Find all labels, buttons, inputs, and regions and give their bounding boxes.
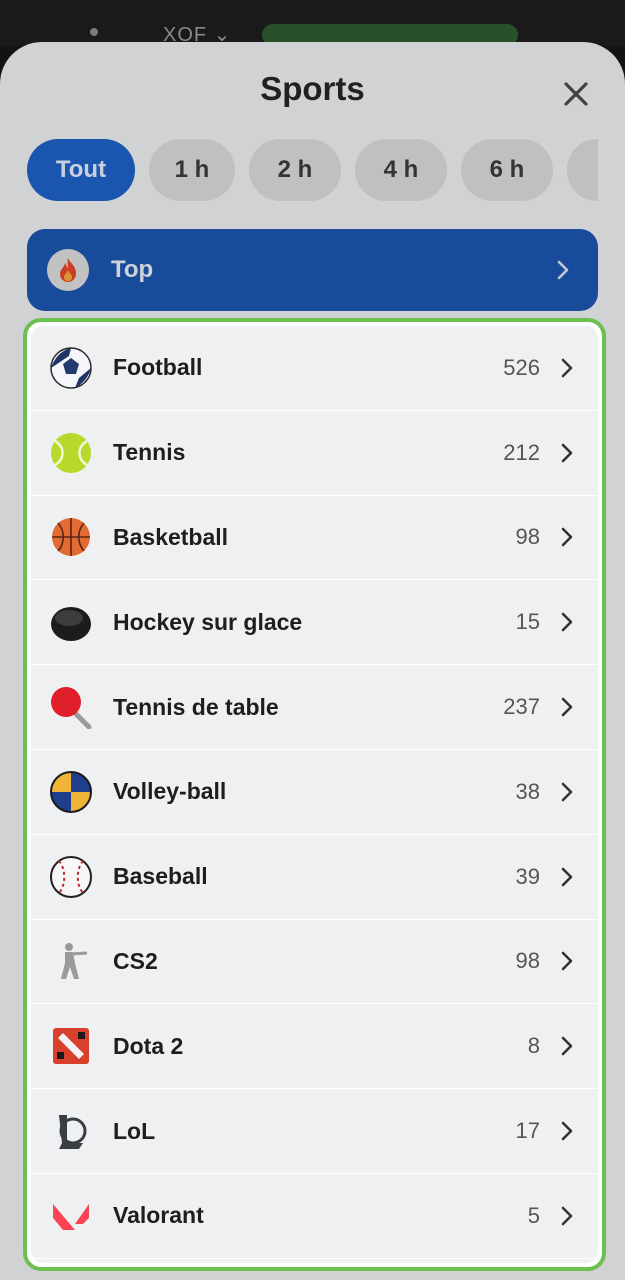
- volleyball-icon: [49, 770, 93, 814]
- chevron-right-icon: [560, 950, 574, 972]
- sheet-title: Sports: [260, 70, 365, 107]
- sport-row-lol[interactable]: LoL 17: [31, 1089, 598, 1174]
- chevron-right-icon: [560, 1035, 574, 1057]
- sport-name: Basketball: [113, 523, 229, 550]
- close-button[interactable]: [556, 74, 596, 114]
- filter-chip-all[interactable]: Tout: [27, 139, 135, 201]
- event-count: 237: [503, 694, 540, 720]
- camera-dot: [90, 28, 98, 36]
- event-count: 8: [527, 1033, 540, 1059]
- chevron-right-icon: [560, 611, 574, 633]
- filter-chip-more[interactable]: [567, 139, 598, 201]
- event-count: 212: [503, 439, 540, 465]
- chevron-right-icon: [560, 866, 574, 888]
- sport-row-table-tennis[interactable]: Tennis de table 237: [31, 665, 598, 750]
- sports-list: Football 526 Tennis 212 Basketball 98 Ho…: [31, 326, 598, 1263]
- dota2-icon: [49, 1024, 93, 1068]
- close-icon: [564, 82, 588, 106]
- sport-row-tennis[interactable]: Tennis 212: [31, 411, 598, 496]
- ping-pong-paddle-icon: [49, 685, 93, 730]
- hockey-puck-icon: [49, 600, 93, 644]
- top-label: Top: [111, 256, 154, 283]
- filter-chip-6h[interactable]: 6 h: [461, 139, 553, 201]
- event-count: 526: [503, 354, 540, 380]
- sports-list-highlight: Football 526 Tennis 212 Basketball 98 Ho…: [23, 318, 606, 1271]
- event-count: 15: [515, 609, 540, 635]
- flame-icon: [47, 249, 89, 291]
- filter-chip-1h[interactable]: 1 h: [149, 139, 235, 201]
- sport-name: Tennis: [113, 439, 186, 466]
- event-count: 98: [515, 524, 540, 550]
- sport-row-baseball[interactable]: Baseball 39: [31, 835, 598, 920]
- chevron-right-icon: [557, 260, 569, 280]
- sport-row-valorant[interactable]: Valorant 5: [31, 1174, 598, 1259]
- top-category-button[interactable]: Top: [27, 229, 598, 311]
- sport-row-dota2[interactable]: Dota 2 8: [31, 1004, 598, 1090]
- event-count: 38: [515, 778, 540, 804]
- sport-name: Volley-ball: [113, 778, 227, 805]
- cs2-soldier-icon: [49, 939, 93, 983]
- sport-row-football[interactable]: Football 526: [31, 326, 598, 411]
- chevron-right-icon: [560, 781, 574, 803]
- basketball-icon: [49, 515, 93, 559]
- sport-row-hockey[interactable]: Hockey sur glace 15: [31, 580, 598, 666]
- filter-chip-2h[interactable]: 2 h: [249, 139, 341, 201]
- tennis-ball-icon: [49, 431, 93, 475]
- chevron-right-icon: [560, 1120, 574, 1142]
- sport-name: CS2: [113, 947, 158, 974]
- lol-icon: [49, 1109, 93, 1153]
- sport-row-cs2[interactable]: CS2 98: [31, 920, 598, 1005]
- sport-name: Hockey sur glace: [113, 608, 303, 635]
- chevron-right-icon: [560, 526, 574, 548]
- valorant-icon: [49, 1194, 93, 1238]
- event-count: 39: [515, 863, 540, 889]
- football-icon: [49, 346, 93, 390]
- event-count: 5: [527, 1202, 540, 1228]
- filter-chip-4h[interactable]: 4 h: [355, 139, 447, 201]
- event-count: 98: [515, 948, 540, 974]
- sport-row-basketball[interactable]: Basketball 98: [31, 496, 598, 581]
- chevron-right-icon: [560, 357, 574, 379]
- sport-row-volleyball[interactable]: Volley-ball 38: [31, 750, 598, 835]
- chevron-right-icon: [560, 1205, 574, 1227]
- chevron-right-icon: [560, 696, 574, 718]
- baseball-icon: [49, 855, 93, 899]
- chevron-right-icon: [560, 442, 574, 464]
- sport-name: Tennis de table: [113, 693, 279, 720]
- sport-name: Baseball: [113, 863, 208, 890]
- time-filter-bar: Tout 1 h 2 h 4 h 6 h: [27, 139, 598, 201]
- event-count: 17: [515, 1118, 540, 1144]
- sport-name: Valorant: [113, 1202, 204, 1229]
- sport-name: Football: [113, 354, 203, 381]
- sport-name: LoL: [113, 1117, 156, 1144]
- sport-name: Dota 2: [113, 1032, 184, 1059]
- status-bar: XOF ⌄: [0, 0, 625, 46]
